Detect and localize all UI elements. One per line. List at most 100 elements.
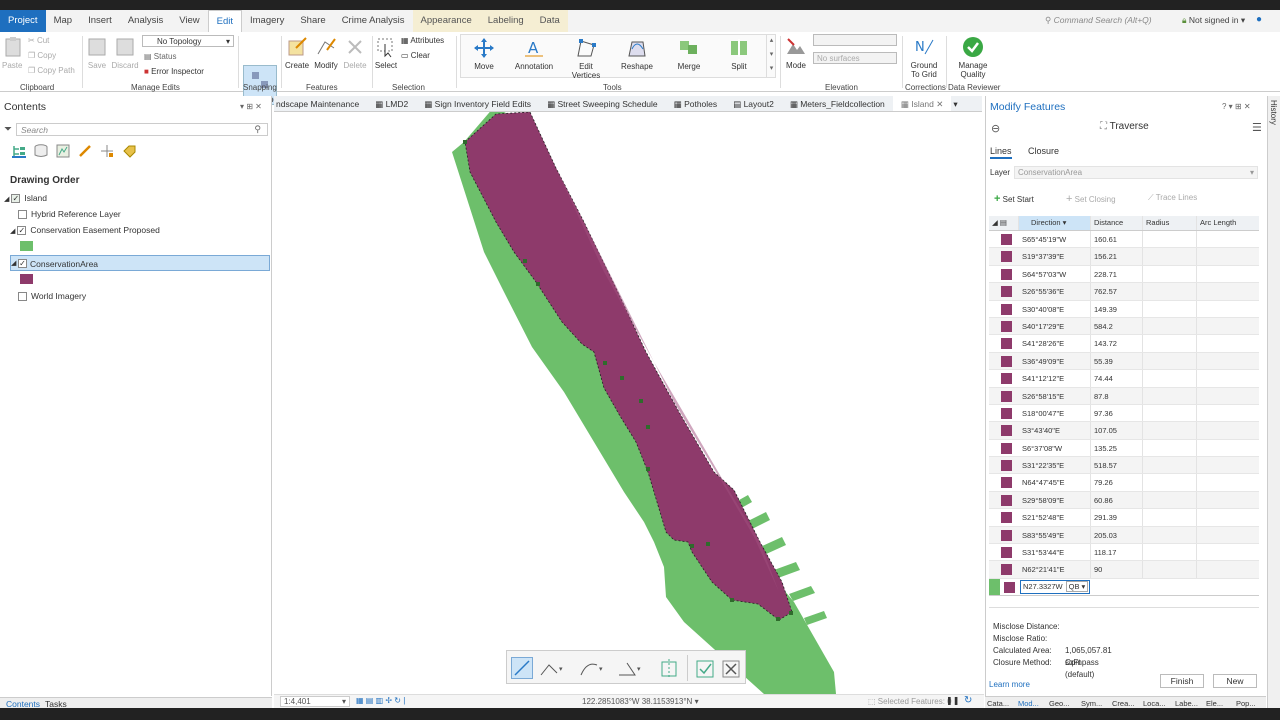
tab-edit[interactable]: Edit — [207, 10, 242, 32]
selection-view-icon[interactable] — [56, 144, 70, 158]
arc-length-cell[interactable] — [1197, 457, 1257, 473]
tab-project[interactable]: Project — [0, 10, 46, 32]
scale-dropdown[interactable]: 1:4,401 ▾ — [280, 696, 350, 707]
error-inspector-button[interactable]: ■ Error Inspector — [144, 67, 204, 76]
table-row[interactable]: S18°00'47"E 97.36 — [989, 404, 1259, 423]
tab-history[interactable]: History — [1269, 100, 1278, 125]
attributes-button[interactable]: ▦ Attributes — [401, 36, 444, 45]
direction-cell[interactable]: S65°45'19"W — [1019, 231, 1091, 248]
manage-quality-button[interactable]: Manage Quality — [952, 36, 994, 79]
tab-island[interactable]: ▦ Island ✕ — [892, 96, 952, 111]
map-view[interactable]: ▾ ▾ ▾ — [274, 112, 982, 694]
direction-cell[interactable]: S29°58'09"E — [1019, 491, 1091, 509]
tab-create[interactable]: Crea... — [1112, 699, 1135, 708]
tab-labeling[interactable]: Labe... — [1175, 699, 1198, 708]
selected-features[interactable]: ⬚ Selected Features: 0 — [868, 697, 952, 706]
radius-cell[interactable] — [1143, 457, 1197, 474]
radius-cell[interactable] — [1143, 352, 1197, 370]
editing-view-icon[interactable] — [78, 144, 92, 158]
close-icon[interactable]: ✕ — [936, 99, 943, 109]
layer-island[interactable]: ◢ ✓ Island — [4, 193, 47, 204]
select-button[interactable]: Select — [374, 36, 398, 70]
column-radius[interactable]: Radius — [1143, 216, 1197, 230]
column-arc-length[interactable]: Arc Length — [1197, 216, 1257, 230]
tab-data[interactable]: Data — [531, 10, 568, 32]
distance-cell[interactable]: 60.86 — [1091, 491, 1143, 509]
radius-cell[interactable] — [1143, 265, 1197, 283]
set-closing-button[interactable]: + Set Closing — [1066, 193, 1116, 205]
polyline-icon[interactable]: ▾ — [539, 659, 567, 679]
move-tool[interactable]: Move — [468, 37, 500, 71]
direction-cell[interactable]: S3°43'40"E — [1019, 422, 1091, 439]
table-row[interactable]: N62°21'41"E 90 — [989, 561, 1259, 579]
distance-cell[interactable]: 118.17 — [1091, 544, 1143, 561]
distance-cell[interactable]: 79.26 — [1091, 474, 1143, 491]
map-navigation-icons[interactable]: ▦ ▤ ▥ ✢ ↻ | — [356, 696, 405, 705]
drawing-order-icon[interactable] — [12, 144, 26, 158]
notification-icon[interactable]: ● — [1256, 14, 1262, 25]
direction-input[interactable]: N27.3327W QB ▾ — [1020, 579, 1090, 594]
table-row[interactable]: N64°47'45"E 79.26 — [989, 474, 1259, 492]
radius-cell[interactable] — [1143, 491, 1197, 509]
contents-search-input[interactable]: Search ⚲ — [16, 123, 268, 136]
tab-street-sweeping[interactable]: ▦ Street Sweeping Schedule — [539, 96, 666, 111]
trace-lines-button[interactable]: ⟋ Trace Lines — [1148, 193, 1197, 203]
layer-checkbox[interactable]: ✓ — [17, 226, 27, 236]
column-distance[interactable]: Distance — [1091, 216, 1143, 230]
tab-modify[interactable]: Mod... — [1018, 699, 1039, 708]
table-row[interactable]: S19°37'39"E 156.21 — [989, 248, 1259, 266]
arc-icon[interactable]: ▾ — [579, 659, 607, 679]
clear-button[interactable]: ▭ Clear — [401, 51, 430, 60]
direction-cell[interactable]: S6°37'08"W — [1019, 439, 1091, 457]
purple-symbol-swatch[interactable] — [20, 274, 33, 284]
radius-cell[interactable] — [1143, 300, 1197, 317]
direction-cell[interactable]: S18°00'47"E — [1019, 404, 1091, 422]
arc-length-cell[interactable] — [1197, 318, 1257, 334]
tab-analysis[interactable]: Analysis — [120, 10, 171, 32]
table-row[interactable]: S26°58'15"E 87.8 — [989, 387, 1259, 405]
back-arrow-icon[interactable]: ⊖ — [991, 122, 1000, 135]
topology-dropdown[interactable]: No Topology ▾ — [142, 35, 234, 47]
table-row[interactable]: S41°12'12"E 74.44 — [989, 370, 1259, 388]
direction-cell[interactable]: S31°22'35"E — [1019, 457, 1091, 474]
distance-cell[interactable]: 228.71 — [1091, 265, 1143, 283]
new-button[interactable]: New — [1213, 674, 1257, 688]
grid-scrollbar[interactable] — [989, 598, 1259, 608]
radius-cell[interactable] — [1143, 335, 1197, 352]
learn-more-link[interactable]: Learn more — [989, 680, 1030, 689]
cut-button[interactable]: ✂ Cut — [28, 36, 49, 45]
arc-length-cell[interactable] — [1197, 422, 1257, 438]
distance-cell[interactable]: 90 — [1091, 561, 1143, 578]
radius-cell[interactable] — [1143, 387, 1197, 404]
distance-cell[interactable]: 135.25 — [1091, 439, 1143, 457]
cancel-x-icon[interactable] — [721, 659, 743, 679]
arc-length-cell[interactable] — [1197, 231, 1257, 247]
direction-cell[interactable]: S40°17'29"E — [1019, 317, 1091, 335]
layer-dropdown[interactable]: ConservationArea ▾ — [1014, 166, 1258, 179]
green-symbol-swatch[interactable] — [20, 241, 33, 251]
arc-length-cell[interactable] — [1197, 370, 1257, 386]
direction-cell[interactable]: S21°52'48"E — [1019, 509, 1091, 526]
table-row[interactable]: S30°40'08"E 149.39 — [989, 300, 1259, 318]
direction-cell[interactable]: N62°21'41"E — [1019, 561, 1091, 578]
radius-cell[interactable] — [1143, 370, 1197, 387]
save-button[interactable]: Save — [86, 36, 108, 70]
radius-cell[interactable] — [1143, 544, 1197, 561]
table-row[interactable]: S40°17'29"E 584.2 — [989, 317, 1259, 336]
expand-icon[interactable]: ◢ — [11, 259, 16, 267]
signin-status[interactable]: 🔒︎ Not signed in ▾ — [1182, 15, 1245, 26]
table-row[interactable]: S41°28'26"E 143.72 — [989, 335, 1259, 353]
distance-cell[interactable]: 74.44 — [1091, 370, 1143, 387]
tab-insert[interactable]: Insert — [80, 10, 120, 32]
radius-cell[interactable] — [1143, 439, 1197, 457]
direction-cell[interactable]: S19°37'39"E — [1019, 248, 1091, 265]
arc-length-cell[interactable] — [1197, 474, 1257, 490]
distance-cell[interactable]: 107.05 — [1091, 422, 1143, 439]
distance-cell[interactable]: 97.36 — [1091, 404, 1143, 422]
layer-world-imagery[interactable]: World Imagery — [18, 291, 86, 302]
annotation-tool[interactable]: A Annotation — [512, 37, 556, 71]
table-row[interactable]: S3°43'40"E 107.05 — [989, 422, 1259, 440]
split-tool[interactable]: Split — [724, 37, 754, 71]
distance-cell[interactable]: 762.57 — [1091, 283, 1143, 300]
finish-button[interactable]: Finish — [1160, 674, 1204, 688]
